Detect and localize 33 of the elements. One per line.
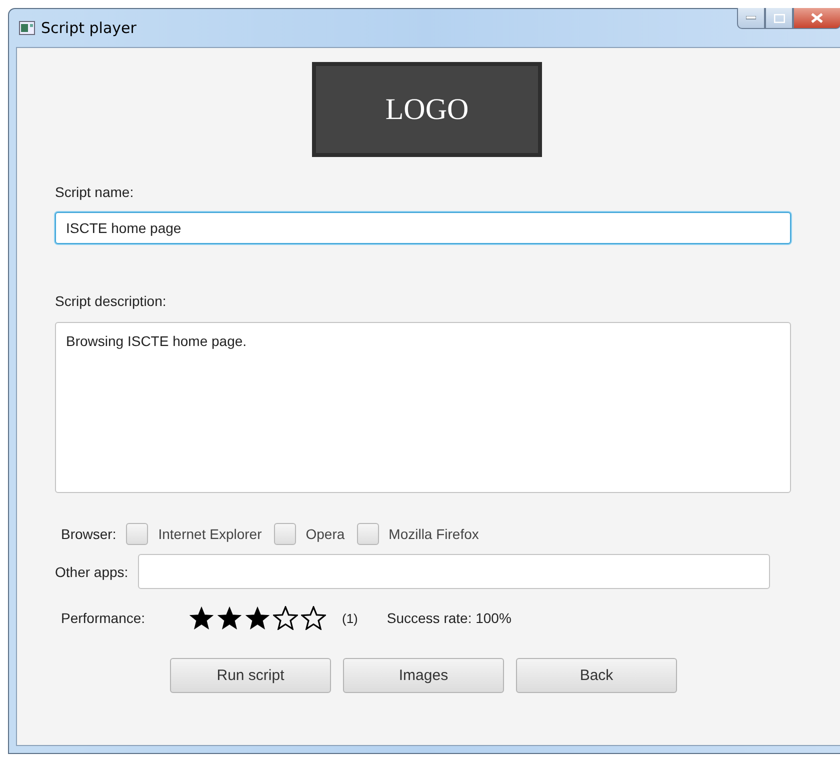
browser-label: Browser: [61,526,116,542]
close-button[interactable] [793,8,840,29]
empty-star-icon[interactable] [301,606,326,630]
logo: LOGO [312,62,542,157]
action-button[interactable]: Images [343,658,504,693]
field-label: Other apps: [55,564,128,580]
maximize-icon [774,14,784,22]
checkbox[interactable] [356,523,379,545]
app-icon [19,21,35,35]
checkbox-label[interactable]: Mozilla Firefox [388,526,479,542]
checkbox-label[interactable]: Internet Explorer [158,526,262,542]
maximize-button[interactable] [765,8,793,29]
performance-label: Performance: [61,610,146,626]
action-button[interactable]: Run script [170,658,331,693]
rating-count: (1) [342,610,358,626]
minimize-icon [746,16,756,20]
window-title: Script player [41,19,136,37]
close-icon [811,13,823,23]
filled-star-icon[interactable] [217,606,242,630]
action-button[interactable]: Back [516,658,677,693]
checkbox-label[interactable]: Opera [306,526,345,542]
checkbox[interactable] [126,523,148,545]
minimize-button[interactable] [737,8,765,29]
success-rate: Success rate: 100% [386,610,512,626]
checkbox[interactable] [274,523,296,545]
script-name-field[interactable]: ISCTE home page [55,212,791,244]
filled-star-icon[interactable] [245,606,270,630]
field-label: Script name: [55,184,135,200]
other-apps-field[interactable] [138,554,770,589]
empty-star-icon[interactable] [273,606,298,630]
description-field[interactable]: Browsing ISCTE home page. [55,322,791,493]
field-label: Script description: [55,293,168,309]
filled-star-icon[interactable] [189,606,214,630]
